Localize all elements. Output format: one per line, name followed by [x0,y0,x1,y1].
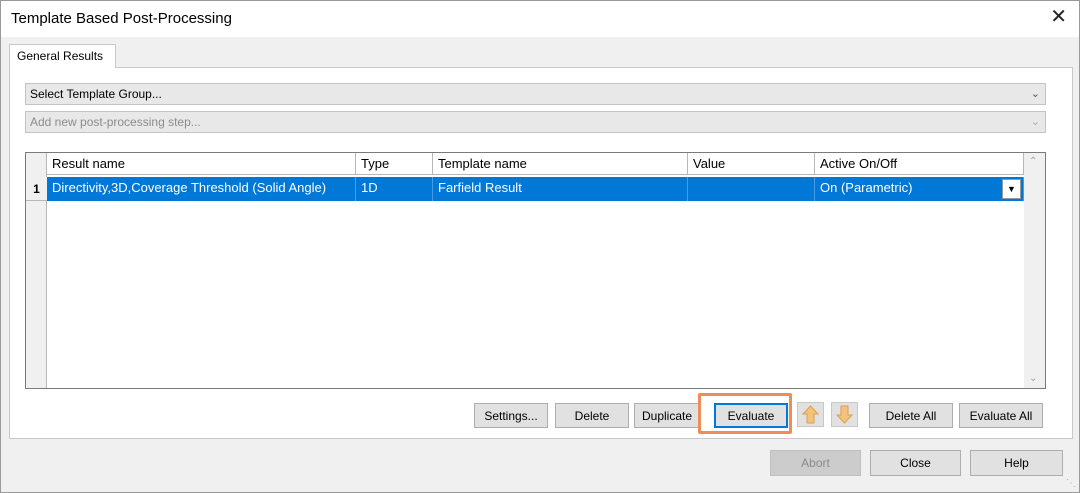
cell-active-value: On (Parametric) [820,180,913,195]
postprocessing-step-select-value: Add new post-processing step... [30,115,201,129]
results-table: Result name Type Template name Value Act… [25,152,1046,389]
tab-panel: Select Template Group... ⌄ Add new post-… [9,67,1073,439]
column-header-type[interactable]: Type [356,153,433,175]
arrow-up-icon [801,405,820,424]
column-header-template-name[interactable]: Template name [433,153,688,175]
settings-button[interactable]: Settings... [474,403,548,428]
move-down-button[interactable] [831,402,858,427]
active-dropdown-button[interactable]: ▼ [1002,179,1021,199]
cell-type[interactable]: 1D [356,177,433,201]
scroll-up-icon[interactable]: ⌃ [1029,156,1037,167]
column-header-active[interactable]: Active On/Off [815,153,1024,175]
duplicate-button[interactable]: Duplicate [634,403,700,428]
window-title: Template Based Post-Processing [11,10,232,27]
table-vertical-scrollbar[interactable]: ⌃ ⌄ [1024,153,1045,388]
arrow-down-icon [835,405,854,424]
chevron-down-icon: ⌄ [1030,88,1040,100]
cell-active[interactable]: On (Parametric) [815,177,1024,201]
cell-value[interactable] [688,177,815,201]
template-group-select-value: Select Template Group... [30,87,162,101]
move-up-button[interactable] [797,402,824,427]
title-bar: Template Based Post-Processing ✕ [1,1,1079,37]
column-header-value[interactable]: Value [688,153,815,175]
cell-template-name[interactable]: Farfield Result [433,177,688,201]
column-header-result-name[interactable]: Result name [47,153,356,175]
delete-all-button[interactable]: Delete All [869,403,953,428]
evaluate-all-button[interactable]: Evaluate All [959,403,1043,428]
tab-general-results[interactable]: General Results [9,44,116,68]
template-group-select[interactable]: Select Template Group... ⌄ [25,83,1046,105]
scroll-down-icon[interactable]: ⌄ [1029,373,1037,384]
delete-button[interactable]: Delete [555,403,629,428]
close-icon[interactable]: ✕ [1050,7,1067,27]
evaluate-highlight-box [698,393,792,434]
postprocessing-step-select[interactable]: Add new post-processing step... ⌄ [25,111,1046,133]
post-processing-dialog: Template Based Post-Processing ✕ General… [0,0,1080,493]
help-button[interactable]: Help [970,450,1063,476]
row-number[interactable]: 1 [26,177,47,201]
cell-result-name[interactable]: Directivity,3D,Coverage Threshold (Solid… [47,177,356,201]
close-button[interactable]: Close [870,450,961,476]
resize-grip-icon[interactable]: ⋱ [1066,478,1076,489]
chevron-down-icon: ⌄ [1030,116,1040,128]
abort-button[interactable]: Abort [770,450,861,476]
